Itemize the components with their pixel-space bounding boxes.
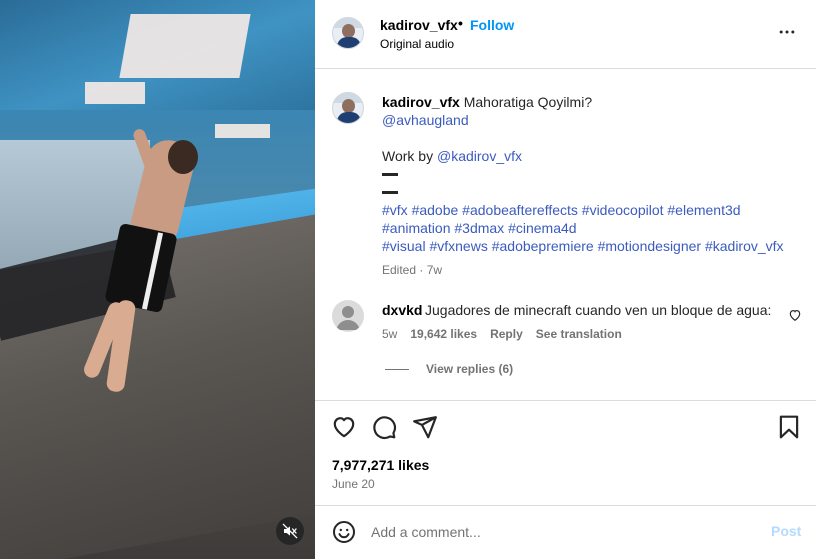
caption-hashtags[interactable]: #vfx #adobe #adobeaftereffects #videocop… [382,202,741,218]
default-avatar-icon [336,306,360,330]
author-username[interactable]: kadirov_vfx [380,17,458,33]
header-separator: • [458,15,463,31]
comment-like-heart-icon[interactable] [788,308,802,322]
bookmark-icon[interactable] [776,414,802,440]
comment-composer: Post [315,505,816,559]
caption-work-by: Work by [382,148,434,164]
media-person-head [168,140,198,174]
speaker-muted-icon [282,523,298,539]
media-ceiling-light [85,82,145,104]
comment-meta: 5w 19,642 likes Reply See translation [382,327,622,341]
avatar[interactable] [332,17,364,49]
post-header: kadirov_vfx • Follow Original audio [315,0,816,69]
caption-edited-time: Edited · 7w [382,263,443,277]
caption-username[interactable]: kadirov_vfx [382,94,460,110]
comment-age[interactable]: 5w [382,327,397,341]
comment-reply-button[interactable]: Reply [490,327,523,341]
post-date[interactable]: June 20 [332,477,375,491]
audio-label[interactable]: Original audio [380,37,454,51]
heart-icon[interactable] [331,414,357,440]
caption-mention[interactable]: @avhaugland [382,112,469,128]
emoji-icon[interactable] [332,520,356,544]
comment-likes[interactable]: 19,642 likes [410,327,477,341]
mute-toggle-button[interactable] [276,517,304,545]
more-horizontal-icon[interactable] [777,22,797,42]
commenter-avatar[interactable] [332,300,364,332]
caption-work-by-mention[interactable]: @kadirov_vfx [437,148,522,164]
post-media[interactable] [0,0,315,559]
caption-hashtags[interactable]: #animation #3dmax #cinema4d [382,220,577,236]
caption-divider [382,190,398,194]
caption-hashtags[interactable]: #visual #vfxnews #adobepremiere #motiond… [382,238,784,254]
replies-divider [385,369,409,370]
caption: kadirov_vfx Mahoratiga Qoyilmi? @avhaugl… [382,93,802,255]
media-ceiling-light [119,14,251,78]
comment-icon[interactable] [371,414,397,440]
media-ceiling-light [215,124,270,138]
comment-input[interactable] [371,521,751,543]
comment-text: Jugadores de minecraft cuando ven un blo… [425,302,772,318]
post-details-panel: kadirov_vfx • Follow Original audio kadi… [315,0,816,559]
comment-username[interactable]: dxvkd [382,302,422,318]
post-comment-button[interactable]: Post [771,523,801,539]
caption-divider [382,172,398,176]
share-icon[interactable] [412,414,438,440]
caption-avatar[interactable] [332,92,364,124]
post-likes-count[interactable]: 7,977,271 likes [332,457,429,473]
actions-divider [315,400,816,401]
comment-translate-button[interactable]: See translation [536,327,622,341]
caption-text: Mahoratiga Qoyilmi? [463,94,593,110]
view-replies-button[interactable]: View replies (6) [426,362,513,376]
follow-button[interactable]: Follow [470,17,514,33]
